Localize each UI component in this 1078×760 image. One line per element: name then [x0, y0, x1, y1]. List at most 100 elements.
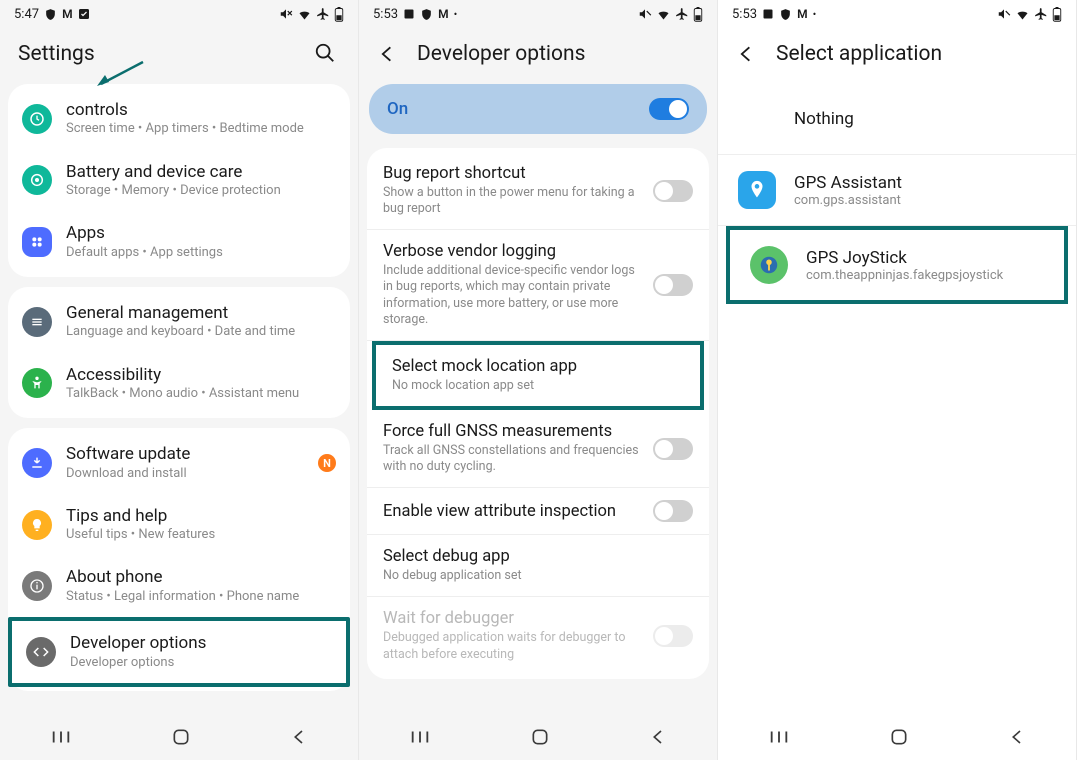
back-icon[interactable]	[736, 44, 756, 64]
mail-icon: M	[62, 7, 73, 21]
airplane-icon	[1034, 7, 1048, 21]
item-accessibility[interactable]: Accessibility TalkBack • Mono audio • As…	[8, 353, 350, 415]
nav-back-icon[interactable]	[649, 728, 667, 746]
phone-settings: 5:47 M Settings controls Screen ti	[0, 0, 359, 760]
item-developer-options[interactable]: Developer options Developer options	[8, 617, 350, 687]
item-force-gnss[interactable]: Force full GNSS measurements Track all G…	[367, 410, 709, 488]
nav-home-icon[interactable]	[530, 727, 550, 747]
item-apps[interactable]: Apps Default apps • App settings	[8, 211, 350, 273]
item-sub: TalkBack • Mono audio • Assistant menu	[66, 386, 336, 402]
item-title: Bug report shortcut	[383, 164, 641, 184]
item-title: Tips and help	[66, 506, 336, 526]
item-battery[interactable]: Battery and device care Storage • Memory…	[8, 150, 350, 212]
update-icon	[22, 448, 52, 478]
app-title: GPS JoyStick	[806, 248, 1003, 268]
battery-icon	[693, 7, 703, 22]
developer-icon	[26, 637, 56, 667]
item-sub: Status • Legal information • Phone name	[66, 589, 336, 605]
status-time: 5:53	[373, 7, 398, 22]
item-about-phone[interactable]: About phone Status • Legal information •…	[8, 555, 350, 617]
item-select-debug-app[interactable]: Select debug app No debug application se…	[367, 535, 709, 597]
nav-home-icon[interactable]	[889, 727, 909, 747]
item-title: controls	[66, 100, 336, 120]
master-toggle-row[interactable]: On	[369, 84, 707, 134]
item-sub: Track all GNSS constellations and freque…	[383, 443, 641, 476]
item-wait-for-debugger: Wait for debugger Debugged application w…	[367, 597, 709, 674]
nav-back-icon[interactable]	[290, 728, 308, 746]
item-general-management[interactable]: General management Language and keyboard…	[8, 291, 350, 353]
master-toggle-switch[interactable]	[649, 98, 689, 120]
item-title: Developer options	[70, 633, 332, 653]
status-bar: 5:47 M	[0, 0, 358, 28]
item-title: Software update	[66, 444, 304, 464]
item-title: Verbose vendor logging	[383, 242, 641, 262]
toggle-switch[interactable]	[653, 500, 693, 522]
item-sub: Show a button in the power menu for taki…	[383, 185, 641, 218]
toggle-switch[interactable]	[653, 438, 693, 460]
accessibility-icon	[22, 368, 52, 398]
search-icon[interactable]	[314, 42, 336, 64]
item-digital-wellbeing[interactable]: controls Screen time • App timers • Bedt…	[8, 88, 350, 150]
airplane-icon	[675, 7, 689, 21]
app-sub: com.gps.assistant	[794, 193, 902, 208]
item-sub: Default apps • App settings	[66, 245, 336, 261]
toggle-switch[interactable]	[653, 274, 693, 296]
item-sub: Useful tips • New features	[66, 527, 336, 543]
nav-recents-icon[interactable]	[50, 728, 72, 746]
mute-icon	[279, 7, 293, 21]
app-list: Nothing GPS Assistant com.gps.assistant …	[718, 84, 1076, 714]
mute-icon	[997, 7, 1011, 21]
app-title: GPS Assistant	[794, 173, 902, 193]
item-select-mock-location[interactable]: Select mock location app No mock locatio…	[372, 341, 704, 410]
toggle-switch[interactable]	[653, 180, 693, 202]
item-title: Select mock location app	[392, 357, 684, 377]
item-sub: Storage • Memory • Device protection	[66, 183, 336, 199]
battery-care-icon	[22, 165, 52, 195]
phone-developer-options: 5:53 M • Developer options On Bug report…	[359, 0, 718, 760]
item-tips[interactable]: Tips and help Useful tips • New features	[8, 494, 350, 556]
shield-icon	[44, 8, 57, 21]
tips-icon	[22, 510, 52, 540]
card-group: Software update Download and install N T…	[8, 428, 350, 691]
item-sub: Debugged application waits for debugger …	[383, 630, 641, 663]
back-icon[interactable]	[377, 44, 397, 64]
nav-recents-icon[interactable]	[768, 728, 790, 746]
item-title: Apps	[66, 223, 336, 243]
item-sub: Download and install	[66, 466, 304, 482]
item-software-update[interactable]: Software update Download and install N	[8, 432, 350, 494]
wifi-icon	[1015, 7, 1030, 22]
general-icon	[22, 307, 52, 337]
item-bug-report-shortcut[interactable]: Bug report shortcut Show a button in the…	[367, 152, 709, 230]
nav-recents-icon[interactable]	[409, 728, 431, 746]
update-badge: N	[318, 454, 336, 472]
app-item-gps-assistant[interactable]: GPS Assistant com.gps.assistant	[718, 155, 1076, 226]
item-title: Accessibility	[66, 365, 336, 385]
shield-icon	[779, 8, 792, 21]
mail-icon: M	[438, 7, 449, 21]
item-verbose-vendor-logging[interactable]: Verbose vendor logging Include additiona…	[367, 230, 709, 341]
app-item-gps-joystick[interactable]: GPS JoyStick com.theappninjas.fakegpsjoy…	[726, 226, 1068, 304]
item-view-attribute-inspection[interactable]: Enable view attribute inspection	[367, 488, 709, 535]
wifi-icon	[656, 7, 671, 22]
settings-content: controls Screen time • App timers • Bedt…	[0, 84, 358, 714]
nav-home-icon[interactable]	[171, 727, 191, 747]
item-title: Wait for debugger	[383, 609, 641, 629]
nav-back-icon[interactable]	[1008, 728, 1026, 746]
header: Developer options	[359, 28, 717, 84]
about-icon	[22, 571, 52, 601]
annotation-arrow-icon	[95, 60, 145, 88]
image-icon	[762, 8, 774, 20]
apps-icon	[22, 227, 52, 257]
item-sub: Screen time • App timers • Bedtime mode	[66, 121, 336, 137]
phone-select-application: 5:53 M • Select application Nothing	[718, 0, 1077, 760]
app-item-nothing[interactable]: Nothing	[718, 84, 1076, 155]
check-square-icon	[78, 8, 90, 20]
airplane-icon	[316, 7, 330, 21]
app-sub: com.theappninjas.fakegpsjoystick	[806, 268, 1003, 283]
item-title: Force full GNSS measurements	[383, 422, 641, 442]
item-sub: No mock location app set	[392, 378, 684, 394]
status-time: 5:53	[732, 7, 757, 22]
wifi-icon	[297, 7, 312, 22]
item-title: General management	[66, 303, 336, 323]
header: Select application	[718, 28, 1076, 84]
